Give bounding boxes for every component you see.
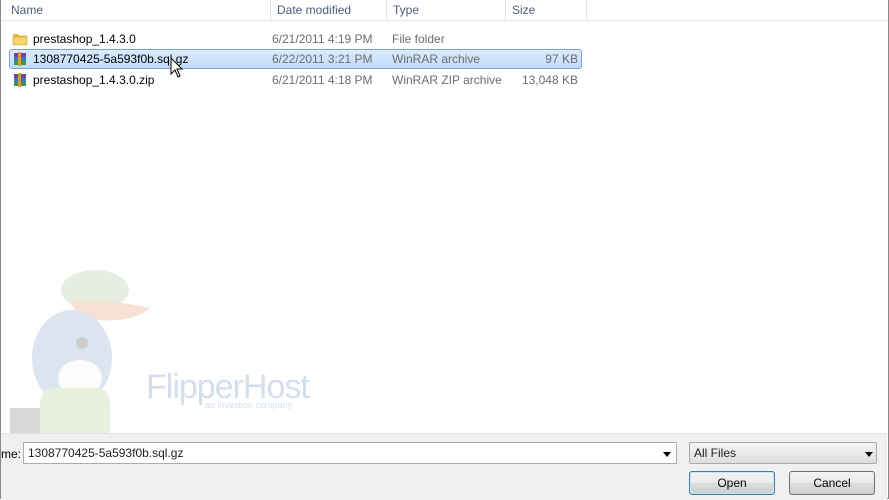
file-row-folder[interactable]: prestashop_1.4.3.0 6/21/2011 4:19 PM Fil… (9, 29, 582, 49)
file-size: 97 KB (545, 52, 578, 66)
winrar-archive-icon (14, 52, 26, 66)
mouse-pointer-icon (170, 57, 184, 78)
file-row-sql-gz[interactable]: 1308770425-5a593f0b.sql.gz 6/22/2011 3:2… (9, 49, 582, 69)
file-name-input[interactable]: 1308770425-5a593f0b.sql.gz (23, 442, 677, 464)
dialog-footer: me: 1308770425-5a593f0b.sql.gz All Files… (1, 433, 887, 500)
file-date: 6/21/2011 4:18 PM (272, 73, 373, 87)
file-name: prestashop_1.4.3.0 (33, 32, 136, 46)
file-name: 1308770425-5a593f0b.sql.gz (33, 52, 189, 66)
column-header-size[interactable]: Size (506, 0, 587, 20)
file-type: WinRAR archive (392, 52, 481, 66)
folder-icon (12, 34, 28, 46)
column-header-date-modified[interactable]: Date modified (271, 0, 387, 20)
file-name: prestashop_1.4.3.0.zip (33, 73, 155, 87)
winrar-archive-icon (14, 73, 26, 87)
column-header-bar: Name Date modified Type Size (1, 0, 887, 21)
chevron-down-icon[interactable] (663, 452, 671, 457)
column-header-name[interactable]: Name (5, 0, 271, 20)
file-type: WinRAR ZIP archive (392, 73, 502, 87)
chevron-down-icon[interactable] (865, 452, 873, 457)
file-date: 6/21/2011 4:19 PM (272, 32, 373, 46)
file-type-filter-select[interactable]: All Files (689, 442, 877, 464)
open-button[interactable]: Open (689, 471, 775, 495)
file-date: 6/22/2011 3:21 PM (272, 52, 373, 66)
file-type: File folder (392, 32, 445, 46)
file-row-zip[interactable]: prestashop_1.4.3.0.zip 6/21/2011 4:18 PM… (9, 70, 582, 90)
cancel-button[interactable]: Cancel (789, 471, 875, 495)
column-header-type[interactable]: Type (387, 0, 506, 20)
file-name-label: me: (1, 447, 22, 461)
file-size: 13,048 KB (521, 73, 578, 87)
watermark-tagline: an investion company (205, 400, 293, 410)
